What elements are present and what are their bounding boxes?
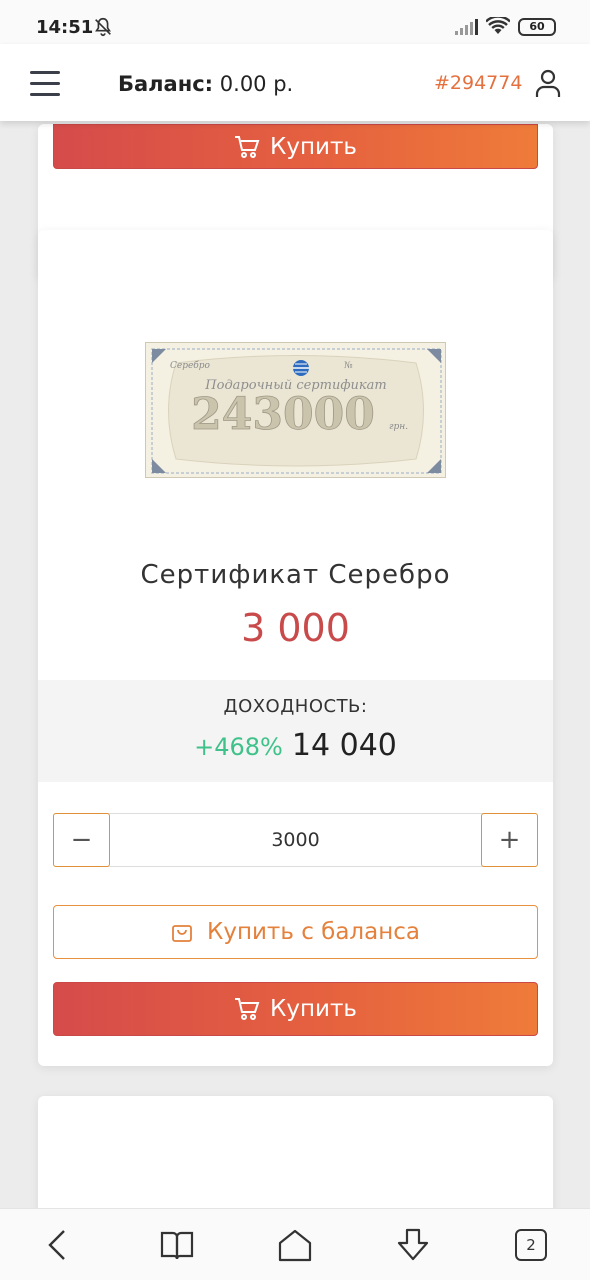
balance-value: 0.00 р.: [219, 72, 294, 96]
page-content[interactable]: Купить Серебро № Подарочный сертификат 2…: [0, 44, 590, 1208]
browser-nav-bar: 2: [0, 1208, 590, 1280]
buy-button[interactable]: Купить: [53, 124, 538, 169]
quantity-stepper: − 3000 +: [53, 813, 538, 867]
certificate-artwork: Серебро № Подарочный сертификат 243000 г…: [146, 343, 445, 477]
tabs-button[interactable]: 2: [511, 1225, 551, 1265]
user-icon[interactable]: [534, 68, 562, 98]
yield-panel: ДОХОДНОСТЬ: +468% 14 040: [38, 680, 553, 782]
certificate-number-sign: №: [344, 361, 353, 371]
status-time: 14:51: [36, 17, 94, 38]
balance-display: Баланс: 0.00 р.: [118, 72, 293, 96]
status-bar: 14:51 60: [0, 0, 590, 44]
hamburger-icon[interactable]: [30, 71, 60, 96]
buy-button-label: Купить: [270, 133, 357, 160]
certificate-currency: грн.: [389, 422, 408, 432]
buy-button[interactable]: Купить: [53, 982, 538, 1036]
decrement-button[interactable]: −: [53, 813, 110, 867]
yield-values: +468% 14 040: [38, 728, 553, 763]
certificate-image[interactable]: Серебро № Подарочный сертификат 243000 г…: [145, 342, 446, 478]
back-button[interactable]: [38, 1225, 78, 1265]
home-icon: [278, 1229, 312, 1262]
cart-icon: [235, 998, 260, 1020]
download-button[interactable]: [393, 1225, 433, 1265]
product-card-next: [38, 1096, 553, 1208]
tabs-count: 2: [515, 1229, 547, 1261]
home-button[interactable]: [275, 1225, 315, 1265]
signal-icon: [455, 19, 478, 35]
increment-button[interactable]: +: [481, 813, 538, 867]
battery-indicator: 60: [518, 18, 556, 36]
buy-from-balance-label: Купить с баланса: [207, 919, 420, 945]
yield-label: ДОХОДНОСТЬ:: [223, 696, 368, 717]
shopping-bag-icon: [172, 925, 192, 942]
product-card: Серебро № Подарочный сертификат 243000 г…: [38, 230, 553, 1066]
user-id-link[interactable]: #294774: [434, 72, 522, 94]
balance-label: Баланс:: [118, 72, 214, 96]
cart-icon: [235, 135, 260, 158]
back-arrow-icon: [48, 1230, 65, 1260]
wifi-icon: [486, 17, 510, 34]
product-price: 3 000: [241, 606, 350, 650]
bell-off-icon: [95, 17, 111, 37]
yield-amount: 14 040: [291, 728, 397, 763]
buy-button-label: Купить: [270, 996, 357, 1022]
buy-from-balance-button[interactable]: Купить с баланса: [53, 905, 538, 959]
certificate-brand: Серебро: [170, 360, 211, 371]
app-header: Баланс: 0.00 р. #294774: [0, 44, 590, 121]
yield-percent: +468%: [194, 733, 283, 761]
quantity-input[interactable]: 3000: [111, 814, 480, 866]
bookmarks-button[interactable]: [157, 1225, 197, 1265]
book-icon: [160, 1231, 194, 1260]
certificate-amount: 243000: [191, 389, 375, 440]
download-icon: [397, 1228, 429, 1261]
product-title: Сертификат Серебро: [140, 560, 451, 590]
